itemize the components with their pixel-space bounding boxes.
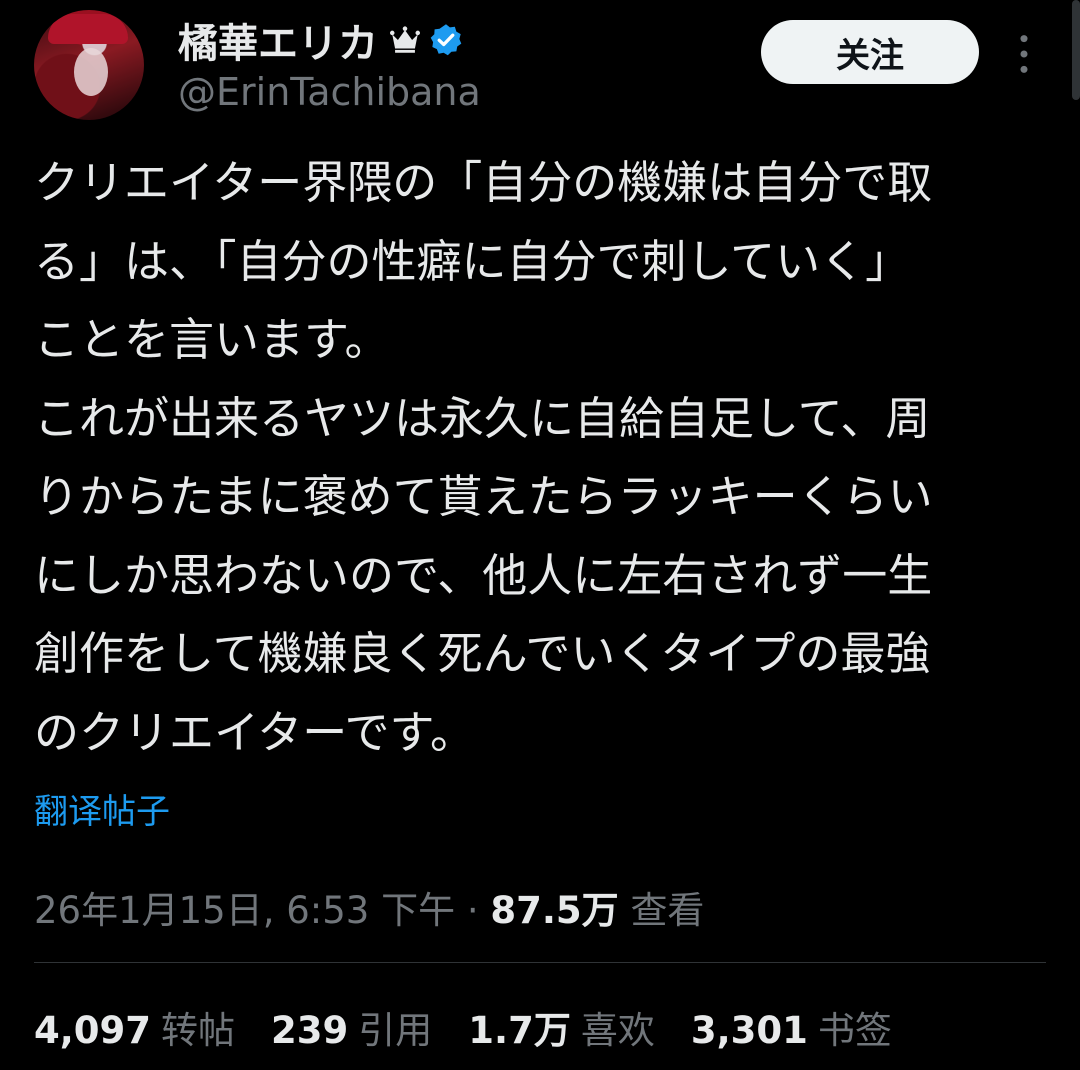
tweet-header: 橘華エリカ @ErinTachibana 关注 (34, 10, 1044, 122)
engagement-stats: 4,097 转帖 239 引用 1.7万 喜欢 3,301 书签 (34, 1000, 928, 1054)
user-handle[interactable]: @ErinTachibana (178, 70, 481, 114)
verified-badge-icon[interactable] (428, 22, 464, 58)
tweet-line: これが出来るヤツは永久に自給自足して、周 (34, 391, 931, 445)
stat-quotes[interactable]: 239 引用 (271, 1000, 432, 1054)
tweet-line: 創作をして機嫌良く死んでいくタイプの最強 (34, 627, 931, 680)
stat-bookmarks-label: 书签 (817, 1009, 892, 1052)
tweet-line: る」は、「自分の性癖に自分で刺していく」 (34, 234, 911, 288)
stat-quotes-count: 239 (271, 1009, 349, 1052)
tweet-text: クリエイター界隈の「自分の機嫌は自分で取 る」は、「自分の性癖に自分で刺していく… (34, 144, 1044, 772)
stat-reposts-label: 转帖 (161, 1009, 236, 1052)
display-name[interactable]: 橘華エリカ (178, 11, 378, 69)
crown-icon (389, 26, 421, 53)
tweet-line: ことを言います。 (34, 313, 390, 366)
tweet-line: のクリエイターです。 (34, 705, 476, 759)
avatar-hat (48, 14, 128, 44)
follow-button[interactable]: 关注 (761, 20, 979, 84)
translate-post-link[interactable]: 翻译帖子 (34, 784, 170, 833)
stat-likes[interactable]: 1.7万 喜欢 (468, 1000, 655, 1054)
views-label: 查看 (630, 889, 705, 932)
meta-separator: · (455, 889, 491, 932)
stat-reposts-count: 4,097 (34, 1009, 152, 1052)
stat-reposts[interactable]: 4,097 转帖 (34, 1000, 235, 1054)
tweet-meta: 26年1月15日, 6:53 下午 · 87.5万 查看 (34, 880, 704, 934)
timestamp[interactable]: 26年1月15日, 6:53 下午 (34, 889, 455, 932)
stat-bookmarks-count: 3,301 (690, 1009, 808, 1052)
stat-bookmarks[interactable]: 3,301 书签 (691, 1000, 892, 1054)
stat-likes-count: 1.7万 (468, 1009, 571, 1052)
stat-likes-label: 喜欢 (580, 1009, 655, 1052)
divider (34, 962, 1046, 963)
tweet-line: クリエイター界隈の「自分の機嫌は自分で取 (34, 156, 933, 209)
name-row: 橘華エリカ (178, 11, 464, 69)
tweet-line: りからたまに褒めて貰えたらラッキーくらい (34, 470, 933, 523)
tweet-line: にしか思わないので、他人に左右されず一生 (34, 548, 933, 602)
views-count: 87.5万 (490, 889, 619, 932)
stat-quotes-label: 引用 (358, 1009, 433, 1052)
avatar-face (74, 48, 108, 96)
scrollbar-thumb[interactable] (1072, 0, 1080, 100)
more-vertical-icon[interactable] (1012, 32, 1036, 76)
avatar[interactable] (34, 10, 144, 120)
